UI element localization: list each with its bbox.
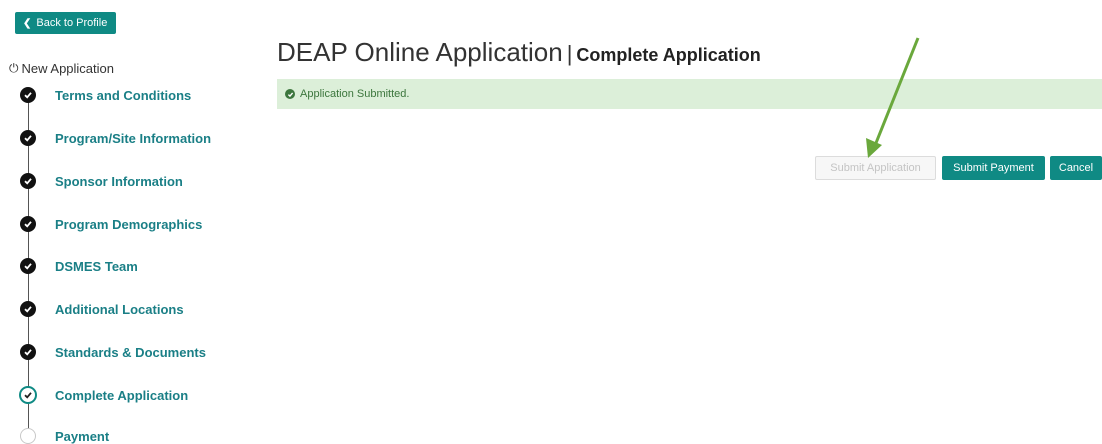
annotation-arrow-icon [866,37,920,158]
step-label: Complete Application [55,387,189,403]
step-label: Additional Locations [55,301,184,317]
check-icon [20,87,36,103]
step-label: Terms and Conditions [55,87,192,103]
step-label: Program Demographics [55,216,203,232]
step-terms-and-conditions[interactable]: Terms and Conditions [20,87,191,103]
step-program-site-information[interactable]: Program/Site Information [20,130,211,146]
check-icon [20,216,36,232]
step-program-demographics[interactable]: Program Demographics [20,216,202,232]
step-label: Payment [55,428,110,444]
page-subtitle: Complete Application [576,45,761,65]
check-icon [19,386,37,404]
step-complete-application[interactable]: Complete Application [19,386,188,404]
check-icon [20,258,36,274]
step-standards-and-documents[interactable]: Standards & Documents [20,344,206,360]
title-separator: | [566,41,573,66]
back-to-profile-label: Back to Profile [36,17,108,29]
submit-payment-button[interactable]: Submit Payment [942,156,1045,180]
success-alert: Application Submitted. [277,79,1102,109]
step-dsmes-team[interactable]: DSMES Team [20,258,138,274]
check-icon [20,130,36,146]
check-icon [20,301,36,317]
back-to-profile-button[interactable]: ❮ Back to Profile [15,12,117,34]
check-icon [20,344,36,360]
check-icon [20,173,36,189]
step-additional-locations[interactable]: Additional Locations [20,301,184,317]
new-application-heading: ⏻ New Application [9,61,114,76]
step-label: DSMES Team [55,258,138,274]
check-circle-icon [285,89,295,99]
power-icon: ⏻ [9,61,19,75]
step-label: Sponsor Information [55,173,183,189]
step-label: Program/Site Information [55,130,212,146]
step-sponsor-information[interactable]: Sponsor Information [20,173,183,189]
chevron-left-icon: ❮ [23,17,32,29]
alert-message: Application Submitted. [300,88,410,100]
new-application-label: New Application [21,61,115,76]
page-title: DEAP Online Application | Complete Applica… [277,37,761,68]
cancel-button[interactable]: Cancel [1050,156,1102,180]
step-label: Standards & Documents [55,344,206,360]
page-title-main: DEAP Online Application [277,37,563,67]
